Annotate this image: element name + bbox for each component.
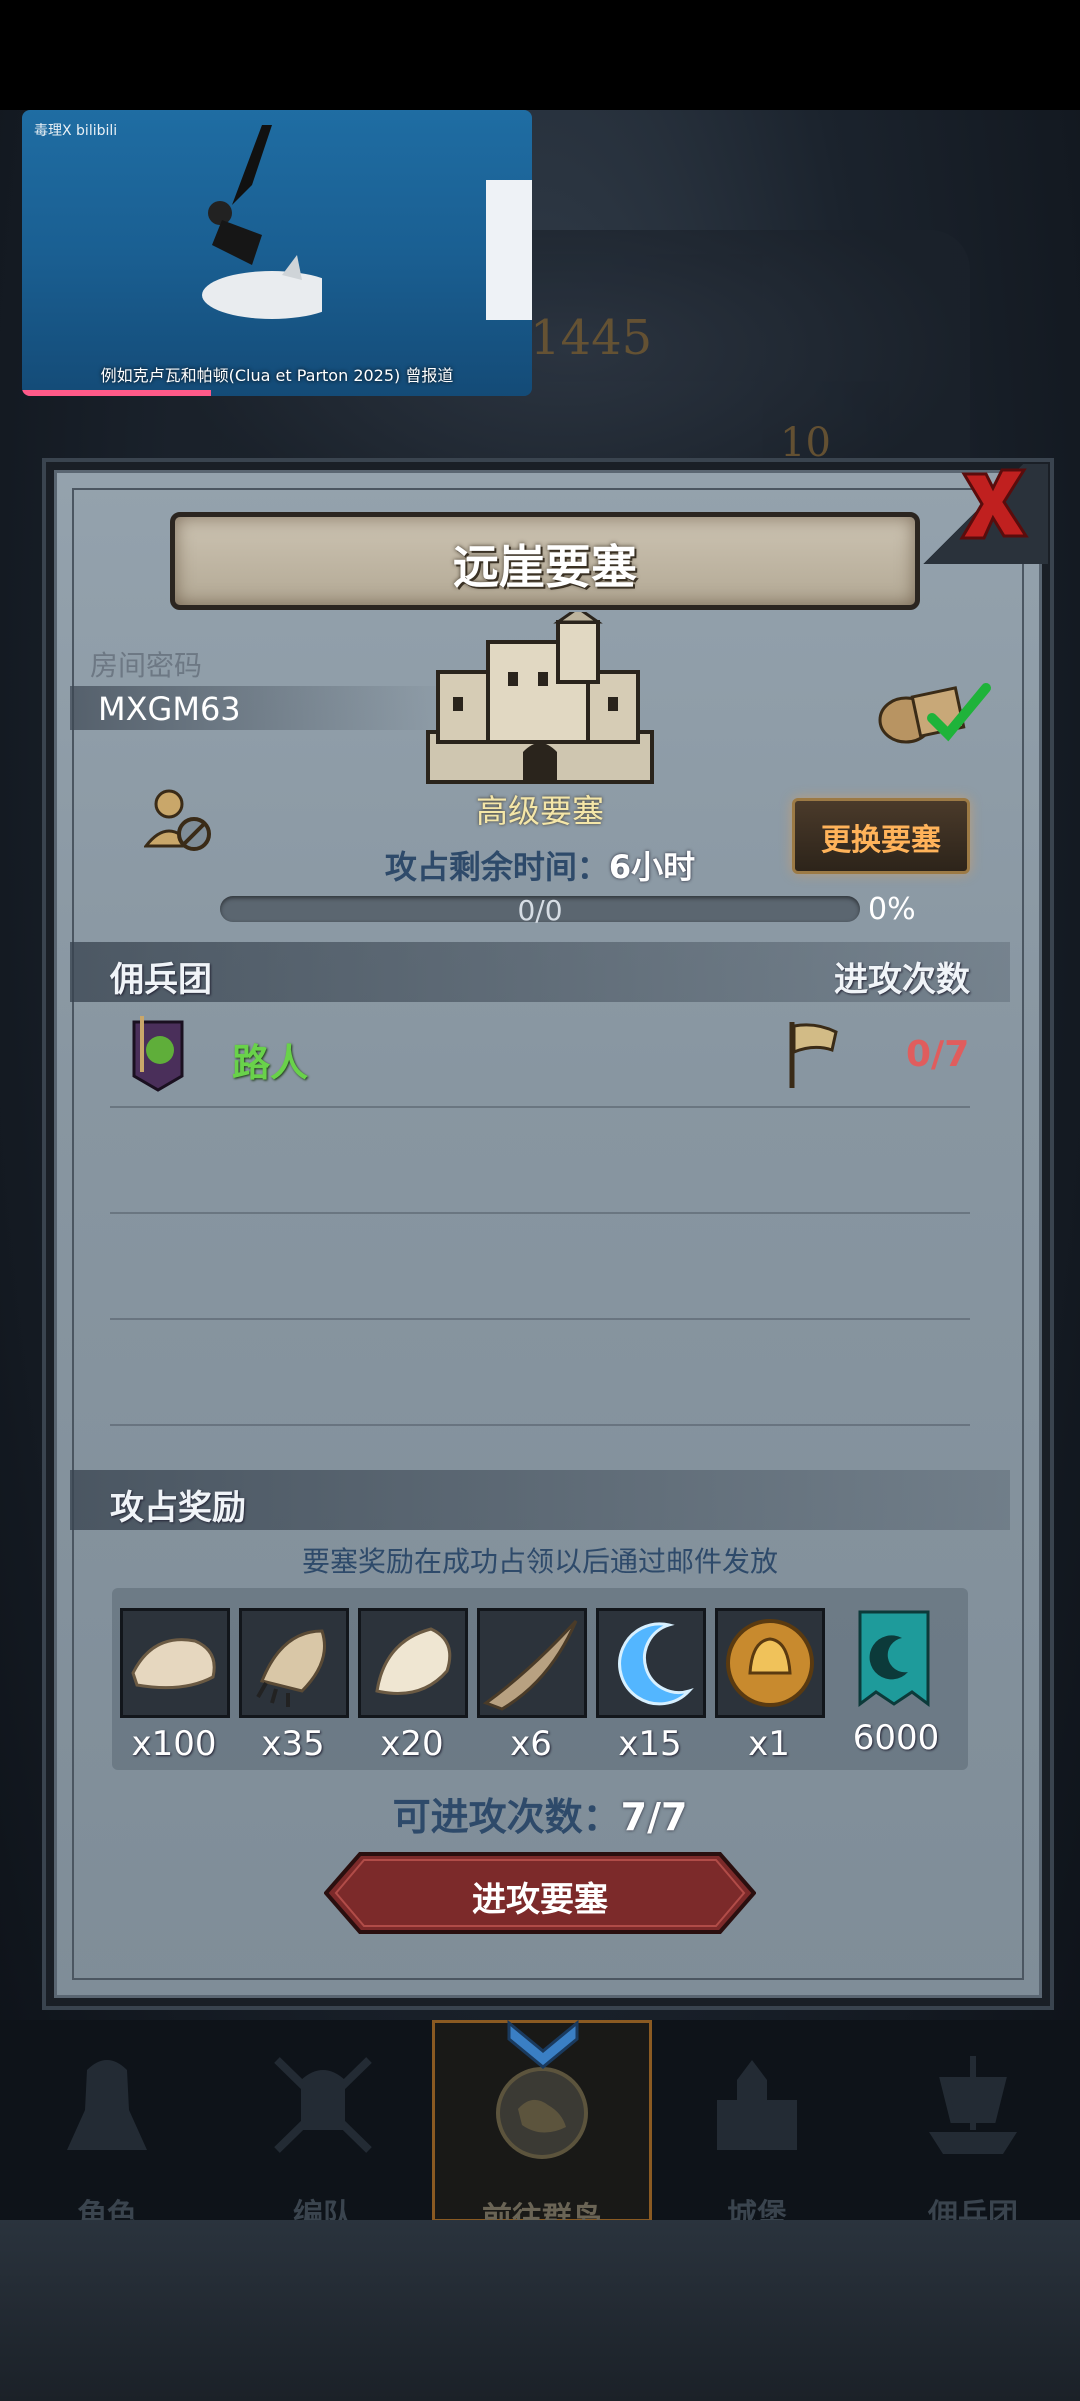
attack-fortress-button[interactable]: 进攻要塞 <box>324 1852 756 1934</box>
guild-attack-count: 0/7 <box>906 1034 970 1075</box>
reward-qty: x20 <box>380 1724 444 1764</box>
close-icon[interactable] <box>956 466 1030 542</box>
bottom-nav: 角色 编队 前往群岛 城堡 佣兵团 <box>0 2019 1080 2236</box>
rewards-header: 攻占奖励 <box>110 1488 246 1528</box>
panel-title-banner: 远崖要塞 <box>170 512 920 610</box>
loot-claimed-icon[interactable] <box>876 676 996 746</box>
guild-name: 路人 <box>232 1041 309 1085</box>
swap-fortress-label: 更换要塞 <box>821 823 941 858</box>
nav-item-islands[interactable]: 前往群岛 <box>432 2019 652 2236</box>
progress-text: 0/0 <box>517 894 563 927</box>
progress-percent: 0% <box>868 892 916 927</box>
available-value: 7/7 <box>620 1795 688 1839</box>
clock-number: 1445 <box>530 310 653 366</box>
user-blocked-icon[interactable] <box>144 786 214 854</box>
reward-qty: 6000 <box>852 1718 940 1758</box>
nav-item-mercenary[interactable]: 佣兵团 <box>866 2020 1080 2233</box>
fortress-castle-icon <box>426 612 654 784</box>
fur-pelt-icon <box>131 1638 216 1690</box>
blue-crescent-icon <box>618 1622 694 1706</box>
guild-emblem-icon <box>132 1016 184 1092</box>
attacks-header: 进攻次数 <box>834 960 970 1000</box>
nav-item-castle[interactable]: 城堡 <box>650 2020 864 2233</box>
reward-item[interactable]: x35 <box>239 1608 349 1764</box>
timer-label: 攻占剩余时间： <box>384 848 609 886</box>
video-caption: 例如克卢瓦和帕顿(Clua et Parton 2025) 曾报道 <box>100 366 454 385</box>
paper-excerpt <box>486 180 532 320</box>
reward-qty: x35 <box>261 1724 325 1764</box>
reward-qty: x6 <box>510 1724 552 1764</box>
guild-header: 佣兵团 <box>110 960 212 1000</box>
reward-item[interactable]: x15 <box>596 1608 706 1764</box>
panel-title: 远崖要塞 <box>453 540 637 594</box>
capture-progress-bar: 0/0 <box>220 894 860 927</box>
room-code-strip: MXGM63 <box>70 686 450 730</box>
golden-helmet-medal-icon <box>726 1619 814 1707</box>
reward-item[interactable]: x20 <box>358 1608 468 1764</box>
clock-number-small: 10 <box>780 420 831 466</box>
reward-item[interactable]: x6 <box>477 1608 587 1764</box>
ship-icon <box>929 2056 1017 2154</box>
reward-item[interactable]: x1 <box>715 1608 825 1764</box>
guild-banner-icon <box>858 1610 930 1707</box>
knight-icon <box>67 2060 147 2150</box>
horn-icon <box>482 1619 578 1711</box>
feather-pelt-icon <box>375 1627 452 1695</box>
timer-value: 6小时 <box>608 848 696 886</box>
room-code-label: 房间密码 <box>90 649 203 682</box>
rewards-section-header: 攻占奖励 <box>70 1470 1010 1530</box>
attack-fortress-label: 进攻要塞 <box>472 1880 608 1920</box>
nav-item-formation[interactable]: 编队 <box>216 2020 430 2233</box>
castle-icon <box>717 2060 797 2150</box>
video-progress-bar <box>22 390 211 396</box>
room-code[interactable]: MXGM63 <box>98 690 241 728</box>
row-divider <box>110 1424 970 1426</box>
row-divider <box>110 1318 970 1320</box>
swap-fortress-button[interactable]: 更换要塞 <box>792 798 970 874</box>
reward-qty: x15 <box>618 1724 682 1764</box>
helmet-swords-icon <box>274 2057 372 2153</box>
reward-qty: x100 <box>131 1724 217 1764</box>
bilibili-logo: 毒理X bilibili <box>34 123 118 139</box>
available-label: 可进攻次数： <box>392 1795 621 1839</box>
capture-timer: 攻占剩余时间：6小时 <box>290 842 790 888</box>
chevron-down-icon <box>507 2019 579 2069</box>
claw-paw-icon <box>256 1629 326 1707</box>
row-divider <box>110 1106 970 1108</box>
reward-item[interactable]: x100 <box>120 1608 230 1764</box>
reward-qty: x1 <box>748 1724 790 1764</box>
diver-shark-image <box>202 125 322 319</box>
fortress-level: 高级要塞 <box>475 792 604 830</box>
nav-item-character[interactable]: 角色 <box>0 2020 214 2233</box>
available-attacks: 可进攻次数：7/7 <box>330 1786 750 1841</box>
bottom-area <box>0 2220 1080 2401</box>
reward-item[interactable]: 6000 <box>842 1608 950 1758</box>
flag-icon <box>789 1022 838 1088</box>
rewards-note: 要塞奖励在成功占领以后通过邮件发放 <box>301 1545 778 1578</box>
guild-section-header: 佣兵团 进攻次数 <box>70 942 1010 1002</box>
status-bar <box>0 0 1080 110</box>
row-divider <box>110 1212 970 1214</box>
video-overlay[interactable]: 毒理X bilibili 例如克卢瓦和帕顿(Clua et Parton 202… <box>22 110 532 396</box>
